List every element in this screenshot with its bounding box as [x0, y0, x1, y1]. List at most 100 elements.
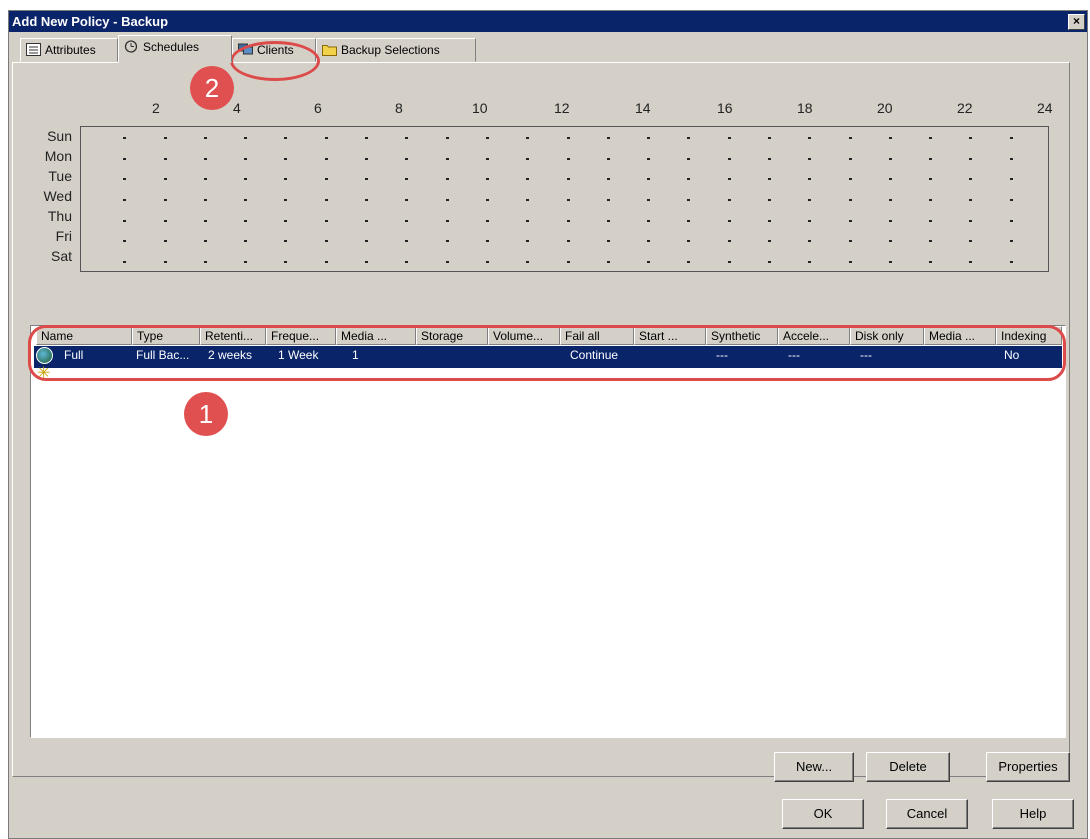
grid-cell-marker [888, 219, 892, 222]
hour-label: 10 [472, 100, 488, 116]
grid-cell-marker [929, 260, 933, 263]
hour-label: 20 [877, 100, 893, 116]
grid-cell-marker [526, 240, 530, 243]
hour-label: 14 [635, 100, 651, 116]
grid-cell-marker [485, 178, 489, 181]
grid-cell-marker [566, 199, 570, 201]
grid-cell-marker [324, 260, 328, 263]
tab-attributes[interactable]: Attributes [20, 38, 118, 62]
grid-cell-marker [203, 219, 207, 222]
grid-cell-marker [405, 178, 409, 181]
grid-cell-marker [324, 199, 328, 201]
tab-schedules-label: Schedules [143, 40, 200, 54]
grid-cell-marker [727, 157, 731, 160]
grid-cell-marker [284, 137, 288, 140]
grid-cell-marker [203, 260, 207, 263]
close-button[interactable]: × [1068, 14, 1085, 30]
grid-cell-marker [848, 199, 852, 201]
grid-cell-marker [808, 178, 812, 181]
grid-cell-marker [606, 157, 610, 160]
grid-cell-marker [526, 178, 530, 181]
grid-cell-marker [244, 137, 248, 140]
grid-cell-marker [647, 157, 651, 160]
ok-button[interactable]: OK [782, 799, 864, 829]
grid-cell-marker [445, 199, 449, 201]
grid-cell-marker [163, 240, 167, 243]
schedules-list[interactable] [30, 325, 1066, 738]
grid-cell-marker [929, 199, 933, 201]
grid-cell-marker [969, 219, 973, 222]
grid-cell-marker [888, 178, 892, 181]
grid-cell-marker [244, 199, 248, 201]
grid-cell-marker [163, 199, 167, 201]
grid-cell-marker [405, 260, 409, 263]
grid-cell-marker [647, 137, 651, 140]
grid-cell-marker [566, 219, 570, 222]
tab-backup-selections-label: Backup Selections [341, 43, 440, 57]
hour-label: 22 [957, 100, 973, 116]
grid-cell-marker [1009, 260, 1013, 263]
day-label: Sat [50, 248, 72, 264]
grid-cell-marker [365, 178, 369, 181]
grid-cell-marker [526, 260, 530, 263]
new-button[interactable]: New... [774, 752, 854, 782]
grid-cell-marker [485, 137, 489, 140]
tab-attributes-label: Attributes [45, 43, 96, 57]
grid-cell-marker [244, 157, 248, 160]
grid-cell-marker [606, 178, 610, 181]
grid-cell-marker [284, 219, 288, 222]
grid-cell-marker [203, 240, 207, 243]
cancel-button[interactable]: Cancel [886, 799, 968, 829]
grid-cell-marker [969, 260, 973, 263]
grid-cell-marker [767, 260, 771, 263]
grid-cell-marker [727, 260, 731, 263]
grid-cell-marker [969, 137, 973, 140]
grid-cell-marker [203, 137, 207, 140]
grid-cell-marker [647, 219, 651, 222]
delete-button[interactable]: Delete [866, 752, 950, 782]
grid-cell-marker [727, 137, 731, 140]
grid-cell-marker [526, 157, 530, 160]
grid-cell-marker [365, 260, 369, 263]
grid-cell-marker [969, 240, 973, 243]
grid-cell-marker [324, 137, 328, 140]
grid-cell-marker [566, 137, 570, 140]
grid-cell-marker [687, 240, 691, 243]
grid-cell-marker [244, 260, 248, 263]
help-button[interactable]: Help [992, 799, 1074, 829]
grid-cell-marker [767, 137, 771, 140]
step-badge-1: 1 [184, 392, 228, 436]
grid-cell-marker [123, 178, 127, 181]
properties-button[interactable]: Properties [986, 752, 1070, 782]
grid-cell-marker [687, 260, 691, 263]
grid-cell-marker [848, 219, 852, 222]
grid-cell-marker [405, 219, 409, 222]
schedules-icon [124, 40, 138, 53]
tab-schedules[interactable]: Schedules [118, 35, 232, 63]
title-bar[interactable]: Add New Policy - Backup × [9, 11, 1087, 32]
clients-highlight-ring [230, 41, 320, 81]
step-badge-2: 2 [190, 66, 234, 110]
grid-cell-marker [888, 199, 892, 201]
grid-cell-marker [244, 219, 248, 222]
grid-cell-marker [324, 178, 328, 181]
grid-cell-marker [405, 137, 409, 140]
grid-cell-marker [485, 219, 489, 222]
grid-cell-marker [526, 199, 530, 201]
grid-cell-marker [123, 137, 127, 140]
grid-cell-marker [244, 240, 248, 243]
grid-cell-marker [606, 137, 610, 140]
schedule-grid[interactable] [80, 126, 1049, 272]
grid-cell-marker [123, 240, 127, 243]
grid-cell-marker [808, 157, 812, 160]
grid-cell-marker [1009, 219, 1013, 222]
grid-cell-marker [445, 240, 449, 243]
grid-cell-marker [767, 240, 771, 243]
hour-label: 6 [314, 100, 322, 116]
grid-cell-marker [566, 260, 570, 263]
tab-backup-selections[interactable]: Backup Selections [316, 38, 476, 62]
grid-cell-marker [929, 219, 933, 222]
window-title: Add New Policy - Backup [12, 14, 169, 29]
grid-cell-marker [606, 240, 610, 243]
hour-label: 18 [797, 100, 813, 116]
